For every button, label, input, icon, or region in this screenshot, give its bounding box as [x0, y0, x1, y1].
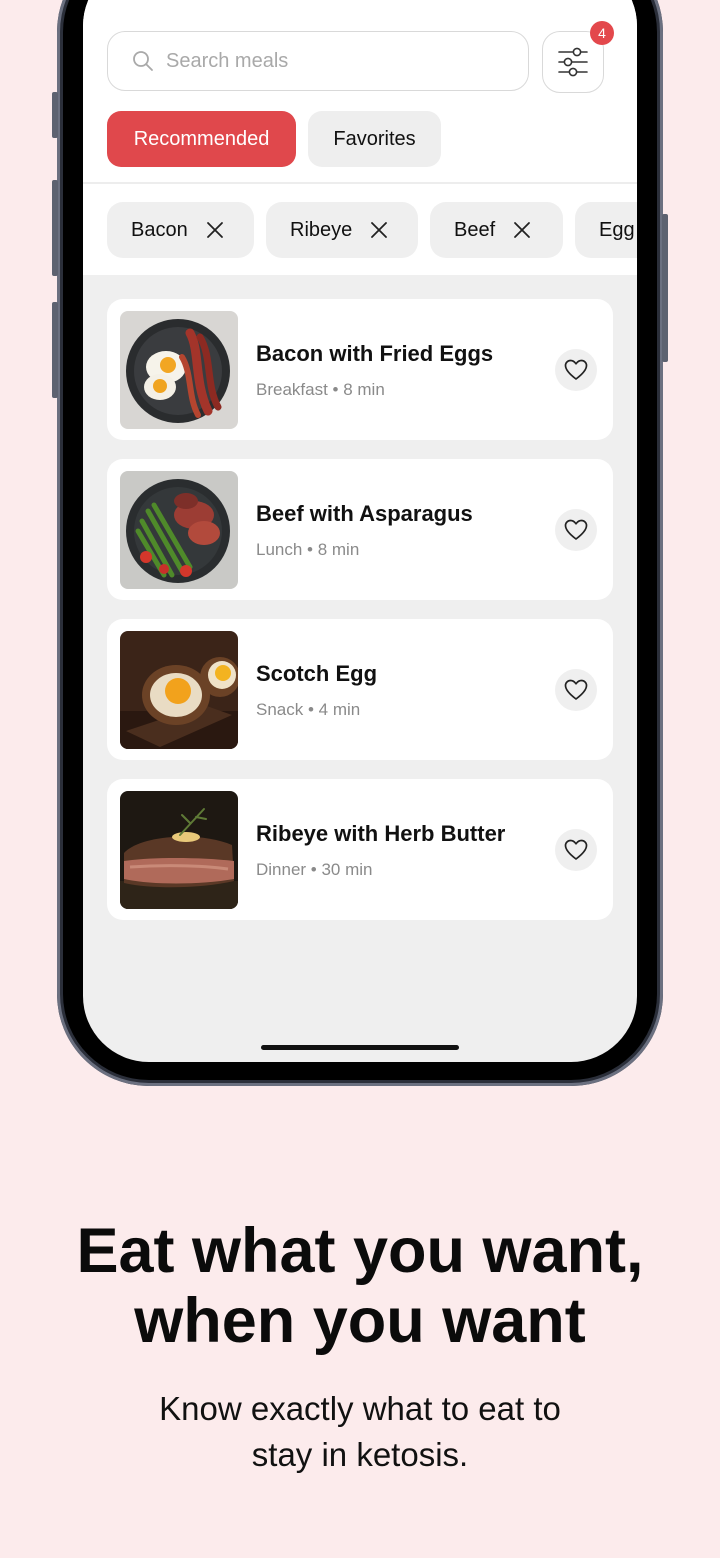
header-divider	[83, 182, 637, 184]
sliders-icon	[558, 47, 588, 77]
headline-line-1: Eat what you want,	[76, 1216, 644, 1286]
tab-recommended[interactable]: Recommended	[107, 111, 296, 167]
close-icon[interactable]	[370, 221, 388, 239]
favorite-button[interactable]	[555, 829, 597, 871]
heart-icon	[564, 359, 588, 380]
meal-meta: Lunch • 8 min	[256, 540, 360, 559]
heart-icon	[564, 839, 588, 860]
tab-favorites[interactable]: Favorites	[308, 111, 441, 167]
filter-chip-bacon[interactable]: Bacon	[107, 202, 254, 258]
phone-side-button-volume-down	[52, 302, 58, 398]
chip-label: Bacon	[131, 218, 188, 241]
phone-side-button-volume-up	[52, 180, 58, 276]
meal-photo-bacon-eggs	[120, 311, 238, 429]
search-input[interactable]	[164, 48, 508, 74]
meal-photo-scotch-egg	[120, 631, 238, 749]
meal-photo-ribeye	[120, 791, 238, 909]
meal-card[interactable]: Ribeye with Herb Butter Dinner • 30 min	[107, 779, 613, 920]
search-field[interactable]	[107, 31, 529, 91]
meal-meta: Snack • 4 min	[256, 700, 361, 719]
heart-icon	[564, 679, 588, 700]
favorite-button[interactable]	[555, 349, 597, 391]
filter-chip-ribeye[interactable]: Ribeye	[266, 202, 418, 258]
chip-label: Ribeye	[290, 218, 353, 241]
chip-label: Egg	[599, 218, 635, 241]
meal-title: Ribeye with Herb Butter	[256, 821, 506, 846]
meal-meta: Breakfast • 8 min	[256, 380, 385, 399]
favorite-button[interactable]	[555, 509, 597, 551]
subheadline-line-1: Know exactly what to eat to	[159, 1390, 561, 1427]
filter-count-badge: 4	[590, 21, 614, 45]
search-header: 4 Recommended Favorites Bacon Ribeye Bee…	[83, 0, 637, 275]
marketing-headline: Eat what you want, when you want	[0, 1216, 720, 1356]
meal-card[interactable]: Bacon with Fried Eggs Breakfast • 8 min	[107, 299, 613, 440]
subheadline-line-2: stay in ketosis.	[251, 1436, 469, 1473]
meal-meta: Dinner • 30 min	[256, 860, 373, 879]
close-icon[interactable]	[206, 221, 224, 239]
home-indicator	[261, 1045, 459, 1050]
meal-title: Bacon with Fried Eggs	[256, 341, 494, 366]
meal-title: Beef with Asparagus	[256, 501, 473, 526]
filter-chip-egg[interactable]: Egg	[575, 202, 637, 258]
heart-icon	[564, 519, 588, 540]
search-icon	[133, 51, 153, 71]
filter-chip-beef[interactable]: Beef	[430, 202, 563, 258]
marketing-subheadline: Know exactly what to eat to stay in keto…	[0, 1386, 720, 1478]
headline-line-2: when you want	[134, 1286, 586, 1356]
meal-photo-beef-asparagus	[120, 471, 238, 589]
meal-card[interactable]: Beef with Asparagus Lunch • 8 min	[107, 459, 613, 600]
app-screen: 4 Recommended Favorites Bacon Ribeye Bee…	[83, 0, 637, 1062]
favorite-button[interactable]	[555, 669, 597, 711]
meal-card[interactable]: Scotch Egg Snack • 4 min	[107, 619, 613, 760]
chip-label: Beef	[454, 218, 496, 241]
close-icon[interactable]	[513, 221, 531, 239]
meal-title: Scotch Egg	[256, 661, 378, 686]
phone-side-button-power	[662, 214, 668, 362]
phone-side-button-mute	[52, 92, 58, 138]
